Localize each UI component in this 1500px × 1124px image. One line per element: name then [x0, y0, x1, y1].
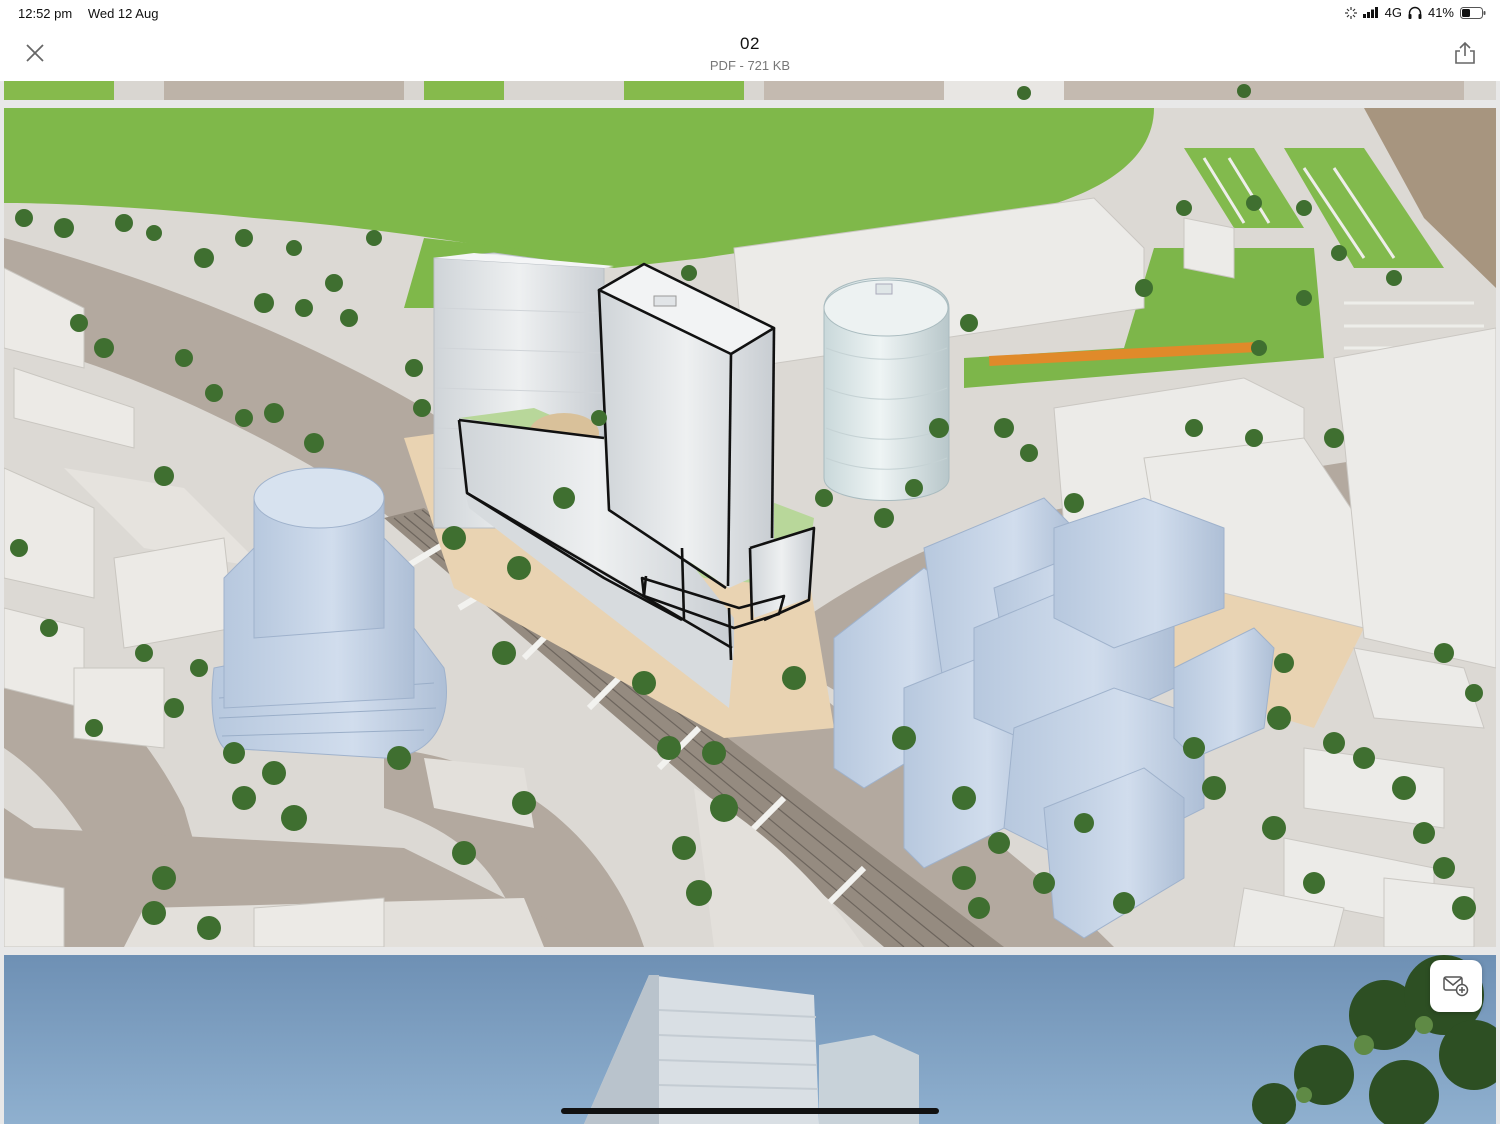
document-header: 02 PDF - 721 KB: [0, 26, 1500, 81]
title-group: 02 PDF - 721 KB: [0, 34, 1500, 73]
network-type: 4G: [1384, 5, 1402, 20]
architectural-site-render: [4, 108, 1496, 947]
previous-page: [4, 81, 1496, 100]
document-title: 02: [740, 34, 760, 53]
current-page: [4, 108, 1496, 947]
document-viewer[interactable]: [0, 81, 1500, 1124]
status-left: 12:52 pm Wed 12 Aug: [18, 6, 170, 21]
email-add-button[interactable]: [1430, 960, 1482, 1012]
email-add-icon: [1443, 976, 1469, 997]
activity-icon: [1344, 6, 1357, 19]
headphones-icon: [1408, 6, 1422, 19]
home-indicator[interactable]: [561, 1108, 939, 1114]
next-page-render: [4, 955, 1496, 1124]
status-right: 4G 41%: [1344, 5, 1486, 20]
share-button[interactable]: [1450, 38, 1480, 68]
battery-percent: 41%: [1427, 5, 1454, 20]
previous-page-render: [4, 81, 1496, 100]
status-time: 12:52 pm: [18, 6, 73, 21]
status-date: Wed 12 Aug: [87, 6, 159, 21]
battery-icon: [1460, 6, 1486, 19]
status-bar: 12:52 pm Wed 12 Aug 4G 41%: [0, 0, 1500, 26]
document-subtitle: PDF - 721 KB: [709, 58, 791, 73]
signal-icon: [1362, 7, 1378, 18]
share-icon: [1455, 41, 1475, 64]
next-page: [4, 955, 1496, 1124]
